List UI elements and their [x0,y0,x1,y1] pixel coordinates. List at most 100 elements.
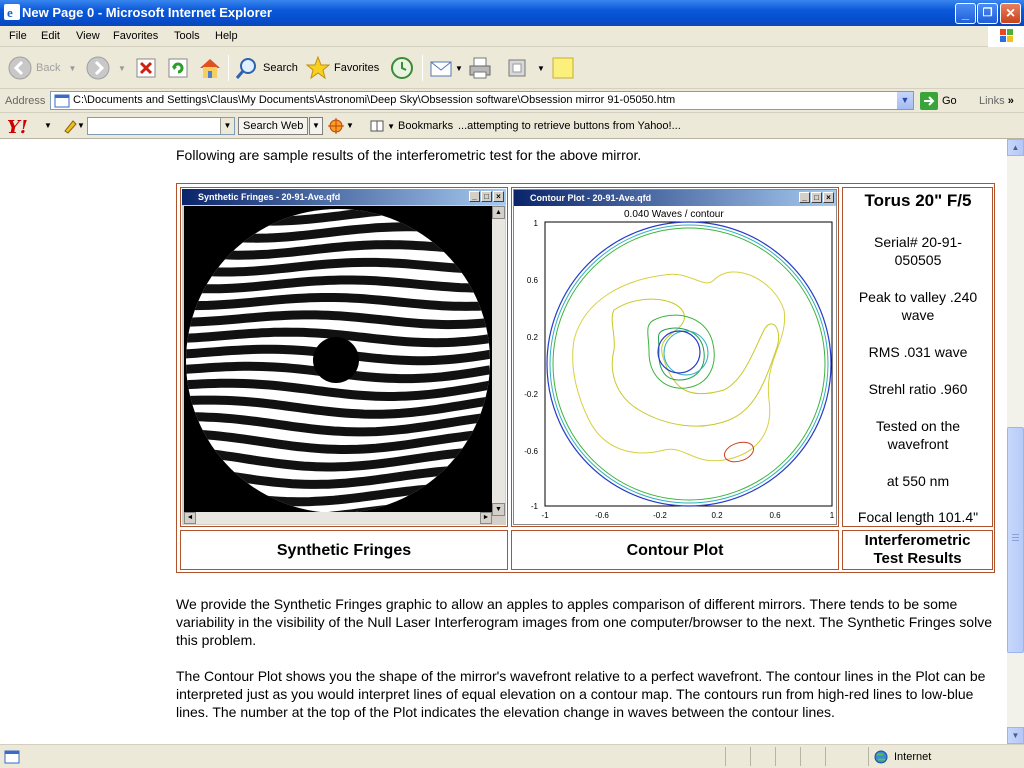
mirror-title: Torus 20" F/5 [864,191,972,210]
yahoo-search-input[interactable]: ▼ [87,117,235,135]
x-tick-0.6: 0.6 [769,511,781,520]
history-icon [391,57,413,79]
security-zone: Internet [874,750,931,764]
x-tick-neg0.2: -0.2 [653,511,667,520]
fringes-close-button[interactable]: × [493,191,504,202]
forward-button[interactable]: ▼ [86,55,126,81]
address-dropdown-icon[interactable]: ▼ [897,92,913,109]
highlight-pen-icon[interactable] [62,118,78,134]
back-button[interactable]: Back ▼ [8,55,76,81]
y-tick-0.2: 0.2 [527,333,539,342]
stop-icon [136,58,156,78]
favorites-button[interactable]: Favorites [306,55,379,81]
y-tick-1: 1 [534,220,539,228]
contour-plot: 1 0.6 0.2 -0.2 -0.6 -1 -1 -0.6 -0.2 0.2 … [524,220,835,520]
page-icon [54,94,70,108]
search-web-dropdown-icon[interactable]: ▼ [309,117,323,135]
results-cell: Torus 20" F/5 Serial# 20-91-050505 Peak … [842,187,993,527]
pen-dropdown-icon[interactable]: ▼ [77,121,85,130]
yahoo-toolbar: Y! ▼ ▼ ▼ Search Web ▼ ▼ ▼ Bookmarks ...a… [0,113,1024,139]
wavelength: at 550 nm [886,473,950,489]
print-button[interactable] [468,55,492,81]
minimize-button[interactable]: _ [955,3,976,24]
page-content: Following are sample results of the inte… [0,139,1007,744]
edit-button[interactable]: ▼ [505,55,545,81]
y-tick-0.6: 0.6 [527,276,539,285]
edit-page-icon [508,59,526,77]
forward-dropdown-icon[interactable]: ▼ [118,64,126,73]
rms-value: RMS .031 wave [868,344,968,360]
fringes-cell: Synthetic Fringes - 20-91-Ave.qfd _ □ × [180,187,508,527]
svg-text:e: e [7,5,13,20]
x-tick-1: 1 [830,511,835,520]
bookmarks-button[interactable]: ▼ Bookmarks [370,120,453,132]
x-tick-neg1: -1 [541,511,549,520]
messenger-button[interactable] [551,55,575,81]
contour-window-titlebar: Contour Plot - 20-91-Ave.qfd _ □ × [514,190,836,206]
refresh-icon [168,58,188,78]
yahoo-logo-button[interactable]: Y! [7,117,28,138]
menu-tools[interactable]: Tools [174,30,200,42]
yahoo-menu-dropdown-icon[interactable]: ▼ [44,121,52,130]
paragraph-fringes: We provide the Synthetic Fringes graphic… [176,596,992,648]
fringes-window-titlebar: Synthetic Fringes - 20-91-Ave.qfd _ □ × [182,189,506,205]
bookmarks-icon [370,120,384,132]
restore-button[interactable]: ❐ [977,3,998,24]
windows-logo-icon [988,26,1024,47]
peak-to-valley: Peak to valley .240 wave [858,289,978,323]
contour-subtitle: 0.040 Waves / contour [624,209,724,220]
address-bar: Address C:\Documents and Settings\Claus\… [0,89,1024,113]
contour-close-button[interactable]: × [823,192,834,203]
fringes-maximize-button[interactable]: □ [481,191,492,202]
address-input[interactable]: C:\Documents and Settings\Claus\My Docum… [50,91,914,110]
contour-caption-cell: Contour Plot [511,530,839,570]
focal-length: Focal length 101.4" [857,509,979,525]
go-button[interactable]: Go [920,92,957,110]
fringes-minimize-button[interactable]: _ [469,191,480,202]
page-vertical-scrollbar[interactable]: ▲ ▼ [1007,139,1024,744]
search-icon [235,58,256,79]
crosshair-icon[interactable] [328,118,344,134]
mail-button[interactable]: ▼ [429,55,463,81]
scroll-down-button[interactable]: ▼ [1007,727,1024,744]
search-history-dropdown-icon[interactable]: ▼ [220,118,234,134]
y-tick-neg0.6: -0.6 [524,447,538,456]
contour-window: Contour Plot - 20-91-Ave.qfd _ □ × 0.040… [513,189,837,525]
stop-button[interactable] [135,55,157,81]
fringes-horizontal-scrollbar[interactable]: ◄ ► [184,512,492,524]
search-web-button[interactable]: Search Web [238,117,309,135]
search-button[interactable]: Search [235,55,298,81]
scroll-up-button[interactable]: ▲ [1007,139,1024,156]
results-table: Synthetic Fringes - 20-91-Ave.qfd _ □ × [176,183,995,573]
title-bar[interactable]: e New Page 0 - Microsoft Internet Explor… [0,0,1024,26]
links-button[interactable]: Links » [979,95,1014,107]
close-button[interactable]: × [1000,3,1021,24]
menu-help[interactable]: Help [215,30,238,42]
x-tick-labels: -1 -0.6 -0.2 0.2 0.6 1 [541,511,834,520]
menu-view[interactable]: View [76,30,100,42]
refresh-button[interactable] [167,55,189,81]
tested-on-wavefront: Tested on the wavefront [875,418,961,452]
fringes-caption: Synthetic Fringes [276,542,412,559]
toolbar: Back ▼ ▼ Search Favorites ▼ ▼ [0,47,1024,89]
back-dropdown-icon[interactable]: ▼ [68,64,76,73]
menu-favorites[interactable]: Favorites [113,30,158,42]
home-icon [200,59,220,78]
contour-maximize-button[interactable]: □ [811,192,822,203]
serial-number: Serial# 20-91-050505 [874,234,962,268]
note-icon [552,57,574,79]
crosshair-dropdown-icon[interactable]: ▼ [346,121,354,130]
history-button[interactable] [390,55,414,81]
edit-dropdown-icon[interactable]: ▼ [537,64,545,73]
printer-icon [469,57,491,79]
yahoo-status-message: ...attempting to retrieve buttons from Y… [458,120,681,132]
y-tick-labels: 1 0.6 0.2 -0.2 -0.6 -1 [524,220,538,511]
mail-dropdown-icon[interactable]: ▼ [455,64,463,73]
scroll-thumb[interactable] [1007,427,1024,653]
menu-file[interactable]: File [9,30,27,42]
menu-edit[interactable]: Edit [41,30,60,42]
contour-caption: Contour Plot [626,542,724,559]
contour-minimize-button[interactable]: _ [799,192,810,203]
fringes-vertical-scrollbar[interactable]: ▲ ▼ [492,206,505,516]
home-button[interactable] [198,55,222,81]
